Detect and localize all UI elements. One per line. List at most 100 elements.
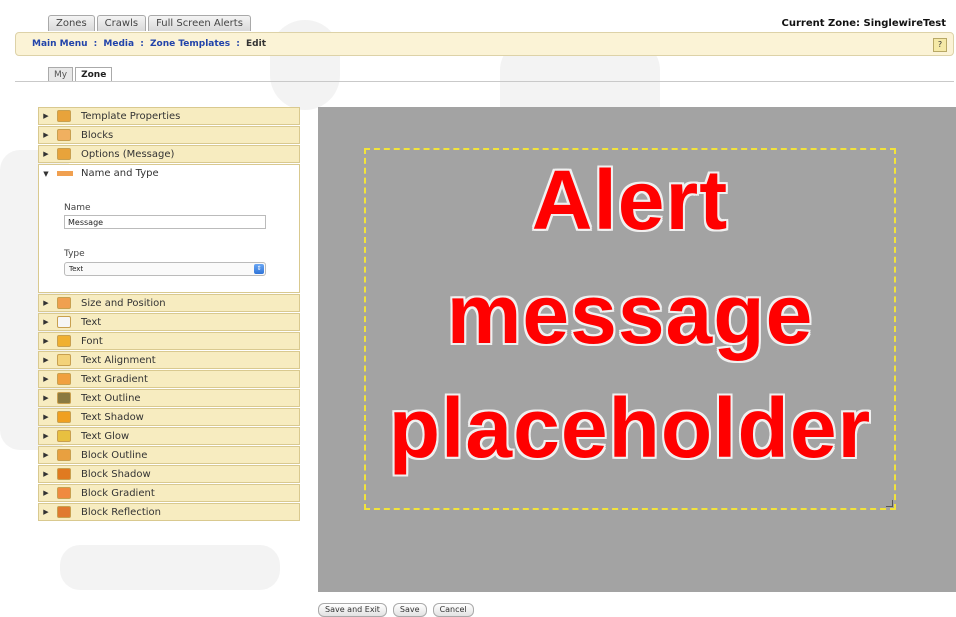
chevron-right-icon: ▶: [43, 112, 49, 120]
accordion-header[interactable]: ▶ Text: [38, 313, 300, 331]
breadcrumb-main-menu[interactable]: Main Menu: [32, 39, 88, 49]
chevron-right-icon: ▶: [43, 394, 49, 402]
accordion-header[interactable]: ▶ Text Alignment: [38, 351, 300, 369]
accordion-header[interactable]: ▶ Block Outline: [38, 446, 300, 464]
accordion-header[interactable]: ▶ Text Gradient: [38, 370, 300, 388]
edit-icon: [57, 148, 71, 160]
accordion-label: Text Shadow: [81, 411, 144, 423]
chevron-right-icon: ▶: [43, 356, 49, 364]
accordion-header[interactable]: ▶ Text Glow: [38, 427, 300, 445]
form-actions: Save and Exit Save Cancel: [318, 603, 474, 617]
blocks-icon: [57, 129, 71, 141]
block-reflection-icon: [57, 506, 71, 518]
accordion-header[interactable]: ▶ Text Outline: [38, 389, 300, 407]
accordion-header[interactable]: ▶ Size and Position: [38, 294, 300, 312]
accordion-label: Block Outline: [81, 449, 148, 461]
move-icon: [57, 297, 71, 309]
accordion-label: Options (Message): [81, 148, 175, 160]
breadcrumb-zone-templates[interactable]: Zone Templates: [150, 39, 230, 49]
block-outline-icon: [57, 449, 71, 461]
current-zone-label: Current Zone: SinglewireTest: [781, 18, 947, 29]
preview-line: message: [446, 267, 814, 361]
accordion-header[interactable]: ▶ Block Reflection: [38, 503, 300, 521]
accordion-label: Text Gradient: [81, 373, 148, 385]
breadcrumb: Main Menu : Media : Zone Templates : Edi…: [32, 39, 266, 49]
accordion-label: Size and Position: [81, 297, 166, 309]
select-arrows-icon: ⇕: [254, 264, 264, 274]
background-watermark: [60, 545, 280, 590]
type-select-value: Text: [69, 265, 84, 273]
breadcrumb-current: Edit: [246, 39, 267, 49]
chevron-right-icon: ▶: [43, 299, 49, 307]
tab-zones[interactable]: Zones: [48, 15, 95, 31]
accordion-label: Template Properties: [81, 110, 181, 122]
accordion-header[interactable]: ▶ Options (Message): [38, 145, 300, 163]
font-icon: [57, 335, 71, 347]
accordion-header[interactable]: ▶ Text Shadow: [38, 408, 300, 426]
outline-icon: [57, 392, 71, 404]
accordion-label: Text: [81, 316, 102, 328]
pencil-icon: [57, 110, 71, 122]
tab-my[interactable]: My: [48, 67, 74, 82]
chevron-right-icon: ▶: [43, 508, 49, 516]
gradient-icon: [57, 373, 71, 385]
document-icon: [57, 316, 71, 328]
divider: [15, 81, 954, 82]
accordion-label: Text Outline: [81, 392, 141, 404]
template-preview-canvas[interactable]: Alert message placeholder: [318, 107, 956, 592]
align-icon: [57, 354, 71, 366]
accordion-label: Name and Type: [81, 168, 159, 179]
chevron-down-icon: ▼: [43, 169, 49, 178]
chevron-right-icon: ▶: [43, 451, 49, 459]
breadcrumb-separator: :: [140, 39, 144, 49]
accordion-header[interactable]: ▶ Template Properties: [38, 107, 300, 125]
name-field[interactable]: [64, 215, 266, 229]
tab-full-screen-alerts[interactable]: Full Screen Alerts: [148, 15, 251, 31]
accordion-label: Block Reflection: [81, 506, 161, 518]
accordion-label: Block Shadow: [81, 468, 151, 480]
name-type-icon: [57, 171, 73, 176]
save-button[interactable]: Save: [392, 603, 427, 617]
accordion-label: Blocks: [81, 129, 114, 141]
chevron-right-icon: ▶: [43, 375, 49, 383]
chevron-right-icon: ▶: [43, 489, 49, 497]
chevron-right-icon: ▶: [43, 150, 49, 158]
breadcrumb-bar: Main Menu : Media : Zone Templates : Edi…: [15, 32, 954, 56]
accordion-label: Block Gradient: [81, 487, 155, 499]
message-block[interactable]: Alert message placeholder: [364, 148, 896, 510]
type-select[interactable]: Text ⇕: [64, 262, 266, 276]
block-gradient-icon: [57, 487, 71, 499]
accordion-header[interactable]: ▶ Block Shadow: [38, 465, 300, 483]
help-button[interactable]: ?: [933, 38, 947, 52]
accordion-section-name-and-type: ▼ Name and Type Name Type Text ⇕: [38, 164, 300, 293]
breadcrumb-separator: :: [236, 39, 240, 49]
properties-accordion: ▶ Template Properties ▶ Blocks ▶ Options (Mes…: [38, 107, 300, 522]
preview-line: Alert: [531, 153, 729, 247]
tab-crawls[interactable]: Crawls: [96, 15, 147, 31]
resize-handle[interactable]: [886, 500, 893, 507]
block-shadow-icon: [57, 468, 71, 480]
chevron-right-icon: ▶: [43, 318, 49, 326]
shadow-icon: [57, 411, 71, 423]
chevron-right-icon: ▶: [43, 131, 49, 139]
chevron-right-icon: ▶: [43, 337, 49, 345]
alert-message-text: Alert message placeholder: [366, 143, 894, 485]
chevron-right-icon: ▶: [43, 413, 49, 421]
accordion-label: Text Alignment: [81, 354, 156, 366]
name-and-type-form: Name Type Text ⇕: [39, 182, 299, 292]
breadcrumb-media[interactable]: Media: [103, 39, 134, 49]
accordion-header[interactable]: ▶ Blocks: [38, 126, 300, 144]
top-tab-bar: Zones Crawls Full Screen Alerts: [48, 15, 251, 31]
glow-icon: [57, 430, 71, 442]
breadcrumb-separator: :: [93, 39, 98, 49]
accordion-header[interactable]: ▶ Block Gradient: [38, 484, 300, 502]
accordion-header[interactable]: ▶ Font: [38, 332, 300, 350]
chevron-right-icon: ▶: [43, 432, 49, 440]
save-and-exit-button[interactable]: Save and Exit: [318, 603, 387, 617]
tab-zone[interactable]: Zone: [75, 67, 113, 82]
chevron-right-icon: ▶: [43, 470, 49, 478]
cancel-button[interactable]: Cancel: [432, 603, 474, 617]
preview-line: placeholder: [388, 381, 872, 475]
accordion-header-name-and-type[interactable]: ▼ Name and Type: [39, 165, 299, 182]
accordion-label: Text Glow: [81, 430, 130, 442]
